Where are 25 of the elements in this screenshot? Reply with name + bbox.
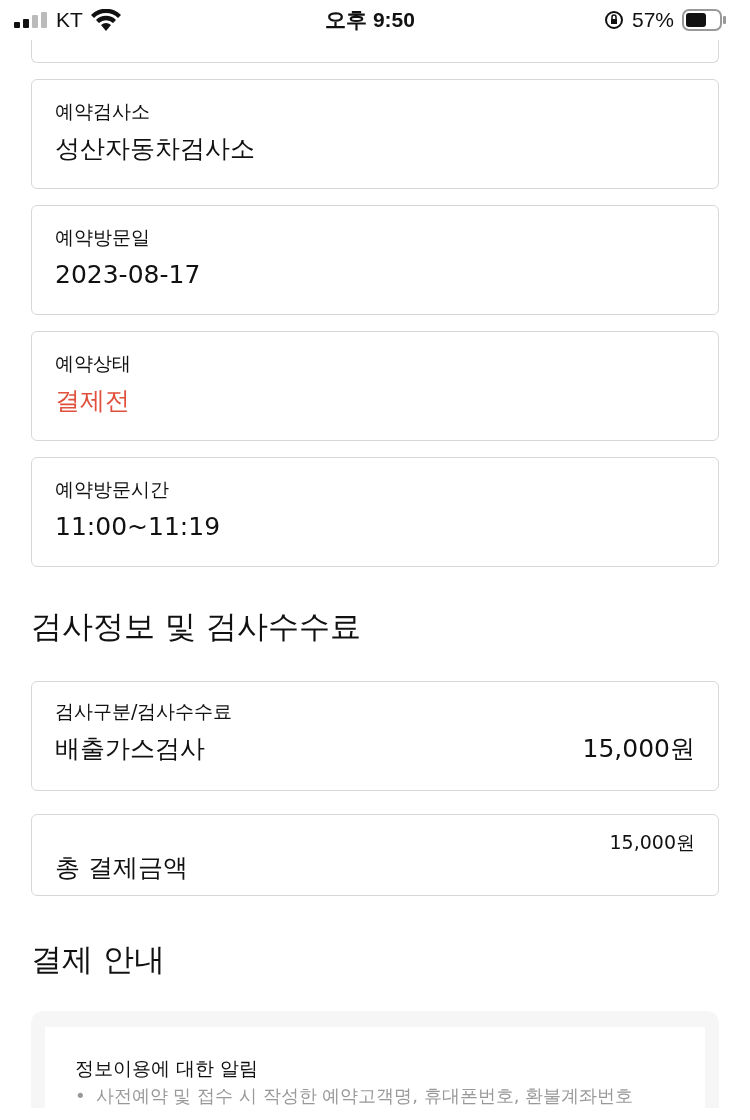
total-amount: 15,000원 xyxy=(609,830,695,855)
battery-icon xyxy=(682,9,726,31)
total-label: 총 결제금액 xyxy=(55,852,188,884)
section-title: 결제 안내 xyxy=(31,940,166,979)
field-value: 성산자동차검사소 xyxy=(55,133,256,165)
inspection-type: 배출가스검사 xyxy=(55,733,205,765)
wifi-icon xyxy=(90,9,121,31)
fee-amount: 15,000원 xyxy=(582,733,695,765)
clock-time: 오후 9:50 xyxy=(325,7,415,33)
field-label: 검사구분/검사수수료 xyxy=(55,699,234,724)
signal-icon xyxy=(14,12,48,28)
notice-item: 사전예약 및 접수 시 작성한 예약고객명, 휴대폰번호, 환불계좌번호 xyxy=(95,1084,634,1108)
battery-percent: 57% xyxy=(631,8,674,32)
field-value: 결제전 xyxy=(55,385,131,417)
field-value: 2023-08-17 xyxy=(55,259,202,291)
field-value: 11:00~11:19 xyxy=(55,511,222,543)
field-label: 예약상태 xyxy=(55,351,132,376)
rotation-lock-icon xyxy=(603,10,624,30)
carrier-name: KT xyxy=(56,8,83,32)
notice-title: 정보이용에 대한 알림 xyxy=(75,1056,260,1081)
field-label: 예약방문일 xyxy=(55,225,151,250)
section-title: 검사정보 및 검사수수료 xyxy=(31,607,362,646)
field-label: 예약방문시간 xyxy=(55,477,170,502)
bullet-mark: • xyxy=(75,1084,86,1108)
field-label: 예약검사소 xyxy=(55,99,151,124)
